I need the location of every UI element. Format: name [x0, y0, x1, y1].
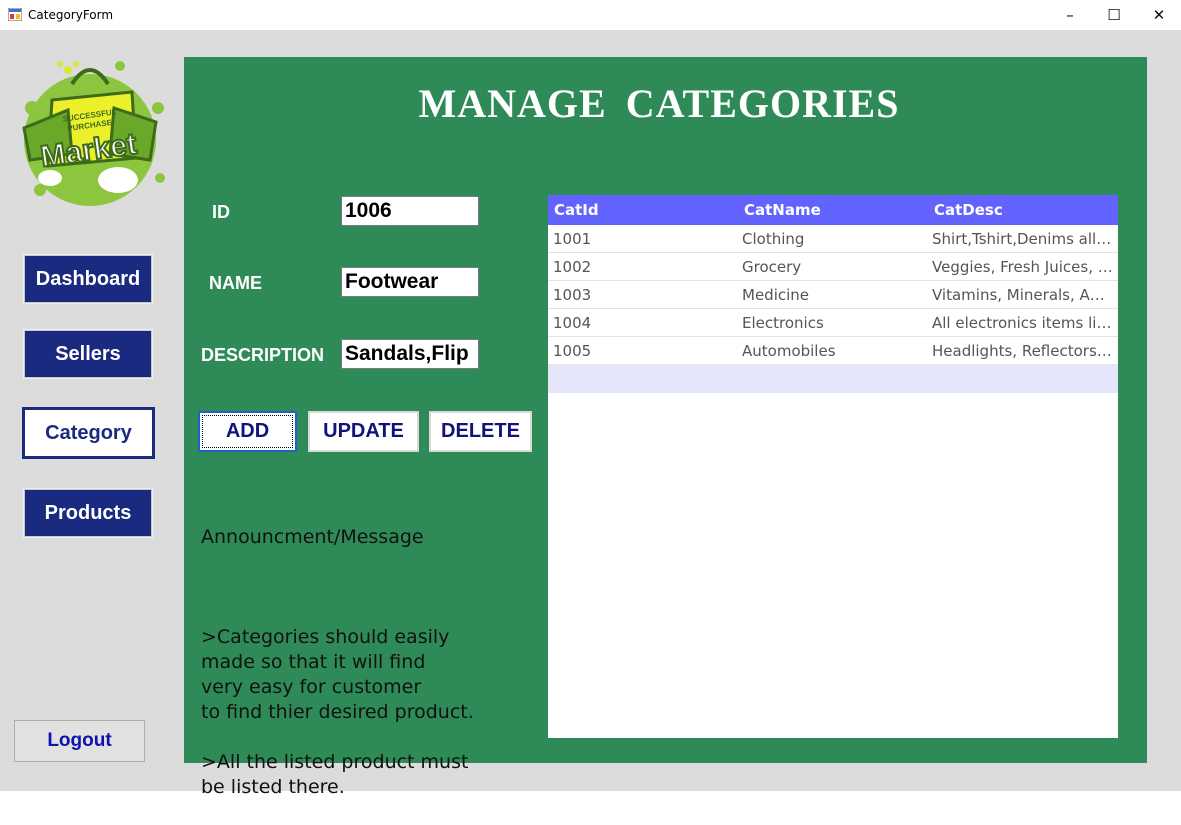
table-row[interactable]: 1005 Automobiles Headlights, Reflectors,… — [548, 337, 1118, 365]
cell-catname: Grocery — [742, 258, 802, 276]
dashboard-button[interactable]: Dashboard — [23, 254, 153, 304]
products-button[interactable]: Products — [23, 488, 153, 538]
cell-catid: 1004 — [553, 314, 592, 332]
description-field[interactable]: Sandals,Flip — [341, 339, 479, 369]
cell-catname: Clothing — [742, 230, 805, 248]
announcement-body: >Categories should easily made so that i… — [201, 626, 474, 798]
table-row[interactable]: 1002 Grocery Veggies, Fresh Juices, Li..… — [548, 253, 1118, 281]
grid-header: CatId CatName CatDesc — [548, 195, 1118, 225]
add-button[interactable]: ADD — [198, 411, 297, 452]
id-field[interactable]: 1006 — [341, 196, 479, 226]
id-label: ID — [212, 202, 230, 222]
column-header-catname[interactable]: CatName — [744, 195, 821, 225]
column-header-catdesc[interactable]: CatDesc — [934, 195, 1003, 225]
cell-catdesc: Headlights, Reflectors, St... — [932, 342, 1114, 360]
description-label: DESCRIPTION — [201, 345, 325, 365]
maximize-button[interactable]: ☐ — [1091, 0, 1137, 30]
market-logo: SUCCESSFUL PURCHASE Market — [22, 61, 165, 206]
category-button[interactable]: Category — [22, 407, 155, 459]
grid-new-row[interactable] — [548, 365, 1118, 393]
cell-catid: 1003 — [553, 286, 592, 304]
sellers-button[interactable]: Sellers — [23, 329, 153, 379]
delete-button[interactable]: DELETE — [429, 411, 532, 452]
window-title: CategoryForm — [28, 8, 114, 22]
minimize-button[interactable]: – — [1047, 0, 1093, 30]
announcement-message: Announcment/Message >Categories should e… — [201, 500, 531, 825]
close-button[interactable]: ✕ — [1136, 0, 1181, 30]
cell-catname: Electronics — [742, 314, 824, 332]
announcement-heading: Announcment/Message — [201, 526, 424, 548]
title-bar: CategoryForm – ☐ ✕ — [0, 0, 1181, 30]
table-row[interactable]: 1003 Medicine Vitamins, Minerals, Antia.… — [548, 281, 1118, 309]
cell-catid: 1002 — [553, 258, 592, 276]
cell-catdesc: Shirt,Tshirt,Denims all w... — [932, 230, 1114, 248]
name-label: NAME — [209, 273, 262, 293]
table-row[interactable]: 1004 Electronics All electronics items l… — [548, 309, 1118, 337]
name-field[interactable]: Footwear — [341, 267, 479, 297]
page-title: MANAGE CATEGORIES — [418, 81, 900, 126]
cell-catdesc: All electronics items like ... — [932, 314, 1114, 332]
table-row[interactable]: 1001 Clothing Shirt,Tshirt,Denims all w.… — [548, 225, 1118, 253]
cell-catname: Automobiles — [742, 342, 836, 360]
cell-catid: 1005 — [553, 342, 592, 360]
update-button[interactable]: UPDATE — [308, 411, 419, 452]
categories-grid[interactable]: CatId CatName CatDesc 1001 Clothing Shir… — [548, 195, 1118, 738]
cell-catname: Medicine — [742, 286, 810, 304]
column-header-catid[interactable]: CatId — [554, 195, 599, 225]
cell-catdesc: Veggies, Fresh Juices, Li... — [932, 258, 1114, 276]
cell-catid: 1001 — [553, 230, 592, 248]
logout-button[interactable]: Logout — [14, 720, 145, 762]
cell-catdesc: Vitamins, Minerals, Antia... — [932, 286, 1114, 304]
app-icon — [8, 8, 22, 21]
